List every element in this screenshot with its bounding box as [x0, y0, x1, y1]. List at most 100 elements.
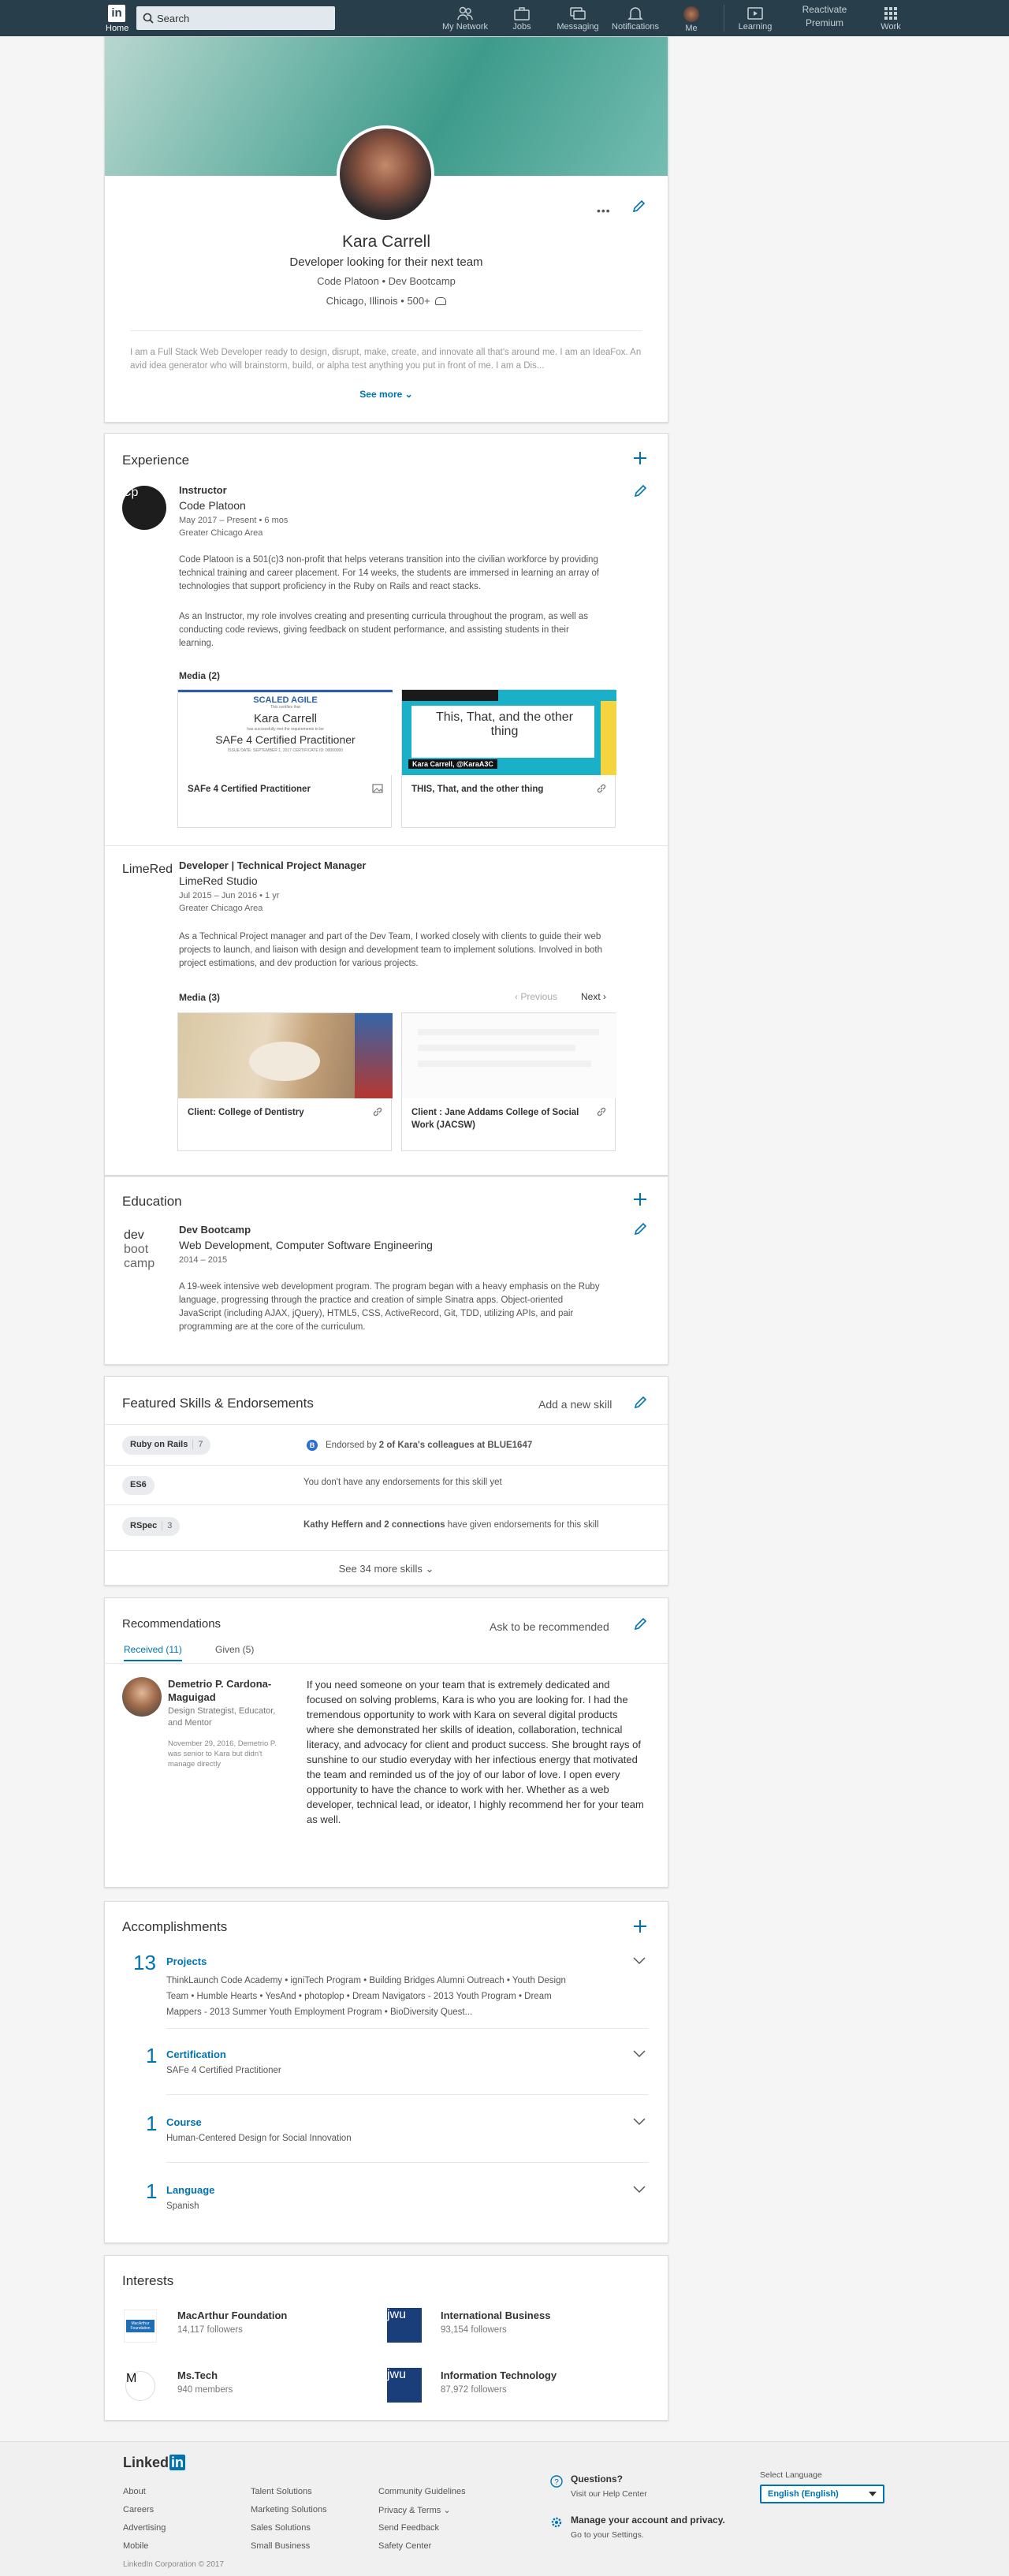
media-item[interactable]: Client : Jane Addams College of Social W…	[401, 1012, 616, 1151]
footer-link[interactable]: Talent Solutions	[251, 2487, 312, 2496]
macarthur-logo[interactable]: MacArthur Foundation	[124, 2309, 157, 2343]
job-description: As a Technical Project manager and part …	[179, 932, 602, 968]
accomplishment-label[interactable]: Language	[166, 2184, 214, 2196]
certificate-thumbnail: SCALED AGILE This certifies that Kara Ca…	[178, 690, 393, 775]
tab-received[interactable]: Received (11)	[124, 1644, 182, 1661]
add-icon[interactable]	[633, 1192, 647, 1206]
edit-pencil-icon[interactable]	[633, 1617, 647, 1631]
footer-link-text: Privacy & Terms	[378, 2506, 441, 2515]
media-item[interactable]: This, That, and the other thing Kara Car…	[401, 689, 616, 828]
media-label: Media (3)	[179, 992, 221, 1003]
edit-pencil-icon[interactable]	[633, 1396, 647, 1410]
nav-notifications-label: Notifications	[612, 22, 659, 32]
language-select[interactable]: English (English)	[760, 2485, 884, 2503]
interest-name[interactable]: MacArthur Foundation	[177, 2309, 287, 2321]
accomplishments-section: Accomplishments 13 Projects ThinkLaunch …	[104, 1901, 668, 2243]
add-icon[interactable]	[633, 451, 647, 465]
footer-link[interactable]: Careers	[123, 2505, 154, 2514]
see-more-skills-button[interactable]: See 34 more skills ⌄	[105, 1563, 668, 1575]
ms-tech-logo[interactable]: M	[125, 2371, 155, 2401]
nav-messaging[interactable]: Messaging	[553, 0, 602, 36]
nav-work[interactable]: Work	[875, 0, 907, 36]
footer-link[interactable]: Safety Center	[378, 2541, 431, 2551]
question-icon: ?	[550, 2475, 563, 2488]
interest-name[interactable]: Information Technology	[441, 2369, 557, 2381]
endorsement-note[interactable]: Endorsed by 2 of Kara's colleagues at BL…	[326, 1441, 532, 1450]
media-next-button[interactable]: Next ›	[581, 991, 606, 1002]
profile-photo[interactable]	[337, 125, 434, 223]
footer-link[interactable]: Advertising	[123, 2523, 166, 2533]
interest-followers: 93,154 followers	[441, 2325, 507, 2335]
footer-link[interactable]: Privacy & Terms ⌄	[378, 2505, 451, 2515]
limered-logo[interactable]: LimeRed	[122, 863, 173, 877]
nav-home-label[interactable]: Home	[106, 24, 128, 33]
media-item[interactable]: SCALED AGILE This certifies that Kara Ca…	[177, 689, 393, 828]
link-icon	[373, 1107, 382, 1117]
footer-link[interactable]: Marketing Solutions	[251, 2505, 327, 2514]
divider	[166, 2162, 649, 2163]
edit-pencil-icon[interactable]	[633, 484, 647, 498]
nav-my-network[interactable]: My Network	[438, 0, 492, 36]
help-center-link[interactable]: Visit our Help Center	[571, 2489, 647, 2499]
ask-recommendation-button[interactable]: Ask to be recommended	[490, 1620, 609, 1633]
skill-pill[interactable]: RSpec 3	[122, 1517, 181, 1536]
profile-top-card: ••• Kara Carrell Developer looking for t…	[104, 36, 668, 423]
skill-pill[interactable]: ES6	[122, 1476, 155, 1495]
blue1647-badge-icon: B	[307, 1440, 318, 1451]
education-section: Education dev boot camp Dev Bootcamp Web…	[104, 1176, 668, 1365]
linkedin-logo-icon[interactable]: in	[108, 5, 125, 22]
footer-link[interactable]: Mobile	[123, 2541, 148, 2551]
nav-me[interactable]: Me	[678, 0, 705, 36]
search-input[interactable]: Search	[136, 6, 335, 30]
add-icon[interactable]	[633, 1919, 647, 1933]
cert-top: SCALED AGILE	[253, 695, 318, 705]
interest-name[interactable]: Ms.Tech	[177, 2369, 218, 2381]
next-label: Next	[581, 991, 601, 1002]
job-dates: May 2017 – Present • 6 mos	[179, 516, 289, 525]
interest-name[interactable]: International Business	[441, 2309, 550, 2321]
recommender-name[interactable]: Demetrio P. Cardona-Maguigad	[168, 1677, 285, 1704]
footer-link[interactable]: Send Feedback	[378, 2523, 439, 2533]
tab-given[interactable]: Given (5)	[215, 1644, 254, 1655]
chevron-down-icon[interactable]	[633, 1957, 646, 1965]
media-previous-button[interactable]: ‹ Previous	[515, 991, 557, 1002]
add-skill-button[interactable]: Add a new skill	[538, 1398, 612, 1411]
see-more-link[interactable]: See more ⌄	[105, 389, 668, 400]
dev-bootcamp-logo[interactable]: dev boot camp	[124, 1228, 168, 1271]
media-item[interactable]: Client: College of Dentistry	[177, 1012, 393, 1151]
profile-headline: Developer looking for their next team	[289, 255, 483, 269]
footer-link[interactable]: Sales Solutions	[251, 2523, 311, 2533]
edit-pencil-icon[interactable]	[633, 1222, 647, 1236]
footer-linkedin-logo[interactable]: Linked in	[123, 2455, 186, 2471]
accomplishment-label[interactable]: Certification	[166, 2048, 226, 2060]
slide-thumbnail: This, That, and the other thing Kara Car…	[402, 690, 616, 775]
edit-pencil-icon[interactable]	[631, 199, 646, 214]
chevron-down-icon[interactable]	[633, 2186, 646, 2194]
jacsw-thumbnail	[402, 1013, 616, 1098]
accomplishment-label[interactable]: Projects	[166, 1955, 207, 1967]
nav-jobs[interactable]: Jobs	[503, 0, 541, 36]
footer-link[interactable]: Community Guidelines	[378, 2487, 466, 2496]
nav-learning[interactable]: Learning	[736, 0, 774, 36]
media-caption: THIS, That, and the other thing	[411, 785, 544, 794]
endorsement-note[interactable]: Kathy Heffern and 2 connections have giv…	[303, 1520, 599, 1530]
footer-link[interactable]: Small Business	[251, 2541, 310, 2551]
divider	[105, 1550, 668, 1551]
nav-notifications[interactable]: Notifications	[607, 0, 664, 36]
experience-section: Experience Cp Instructor Code Platoon Ma…	[104, 433, 668, 1176]
footer-link[interactable]: About	[123, 2487, 146, 2496]
connections-icon[interactable]	[435, 297, 447, 305]
jwu-logo[interactable]: jwu	[387, 2308, 422, 2343]
skill-pill[interactable]: Ruby on Rails 7	[122, 1436, 211, 1455]
nav-reactivate-premium[interactable]: Reactivate Premium	[795, 3, 854, 39]
accomplishment-label[interactable]: Course	[166, 2116, 202, 2128]
code-platoon-logo[interactable]: Cp	[122, 486, 166, 530]
more-actions-button[interactable]: •••	[597, 204, 611, 217]
jwu-logo[interactable]: jwu	[387, 2368, 422, 2403]
chevron-down-icon[interactable]	[633, 2118, 646, 2126]
settings-link[interactable]: Go to your Settings.	[571, 2530, 644, 2540]
recommender-avatar[interactable]	[122, 1677, 162, 1717]
chevron-down-icon[interactable]	[633, 2050, 646, 2058]
profile-companies[interactable]: Code Platoon • Dev Bootcamp	[105, 275, 668, 287]
divider	[105, 1663, 668, 1664]
